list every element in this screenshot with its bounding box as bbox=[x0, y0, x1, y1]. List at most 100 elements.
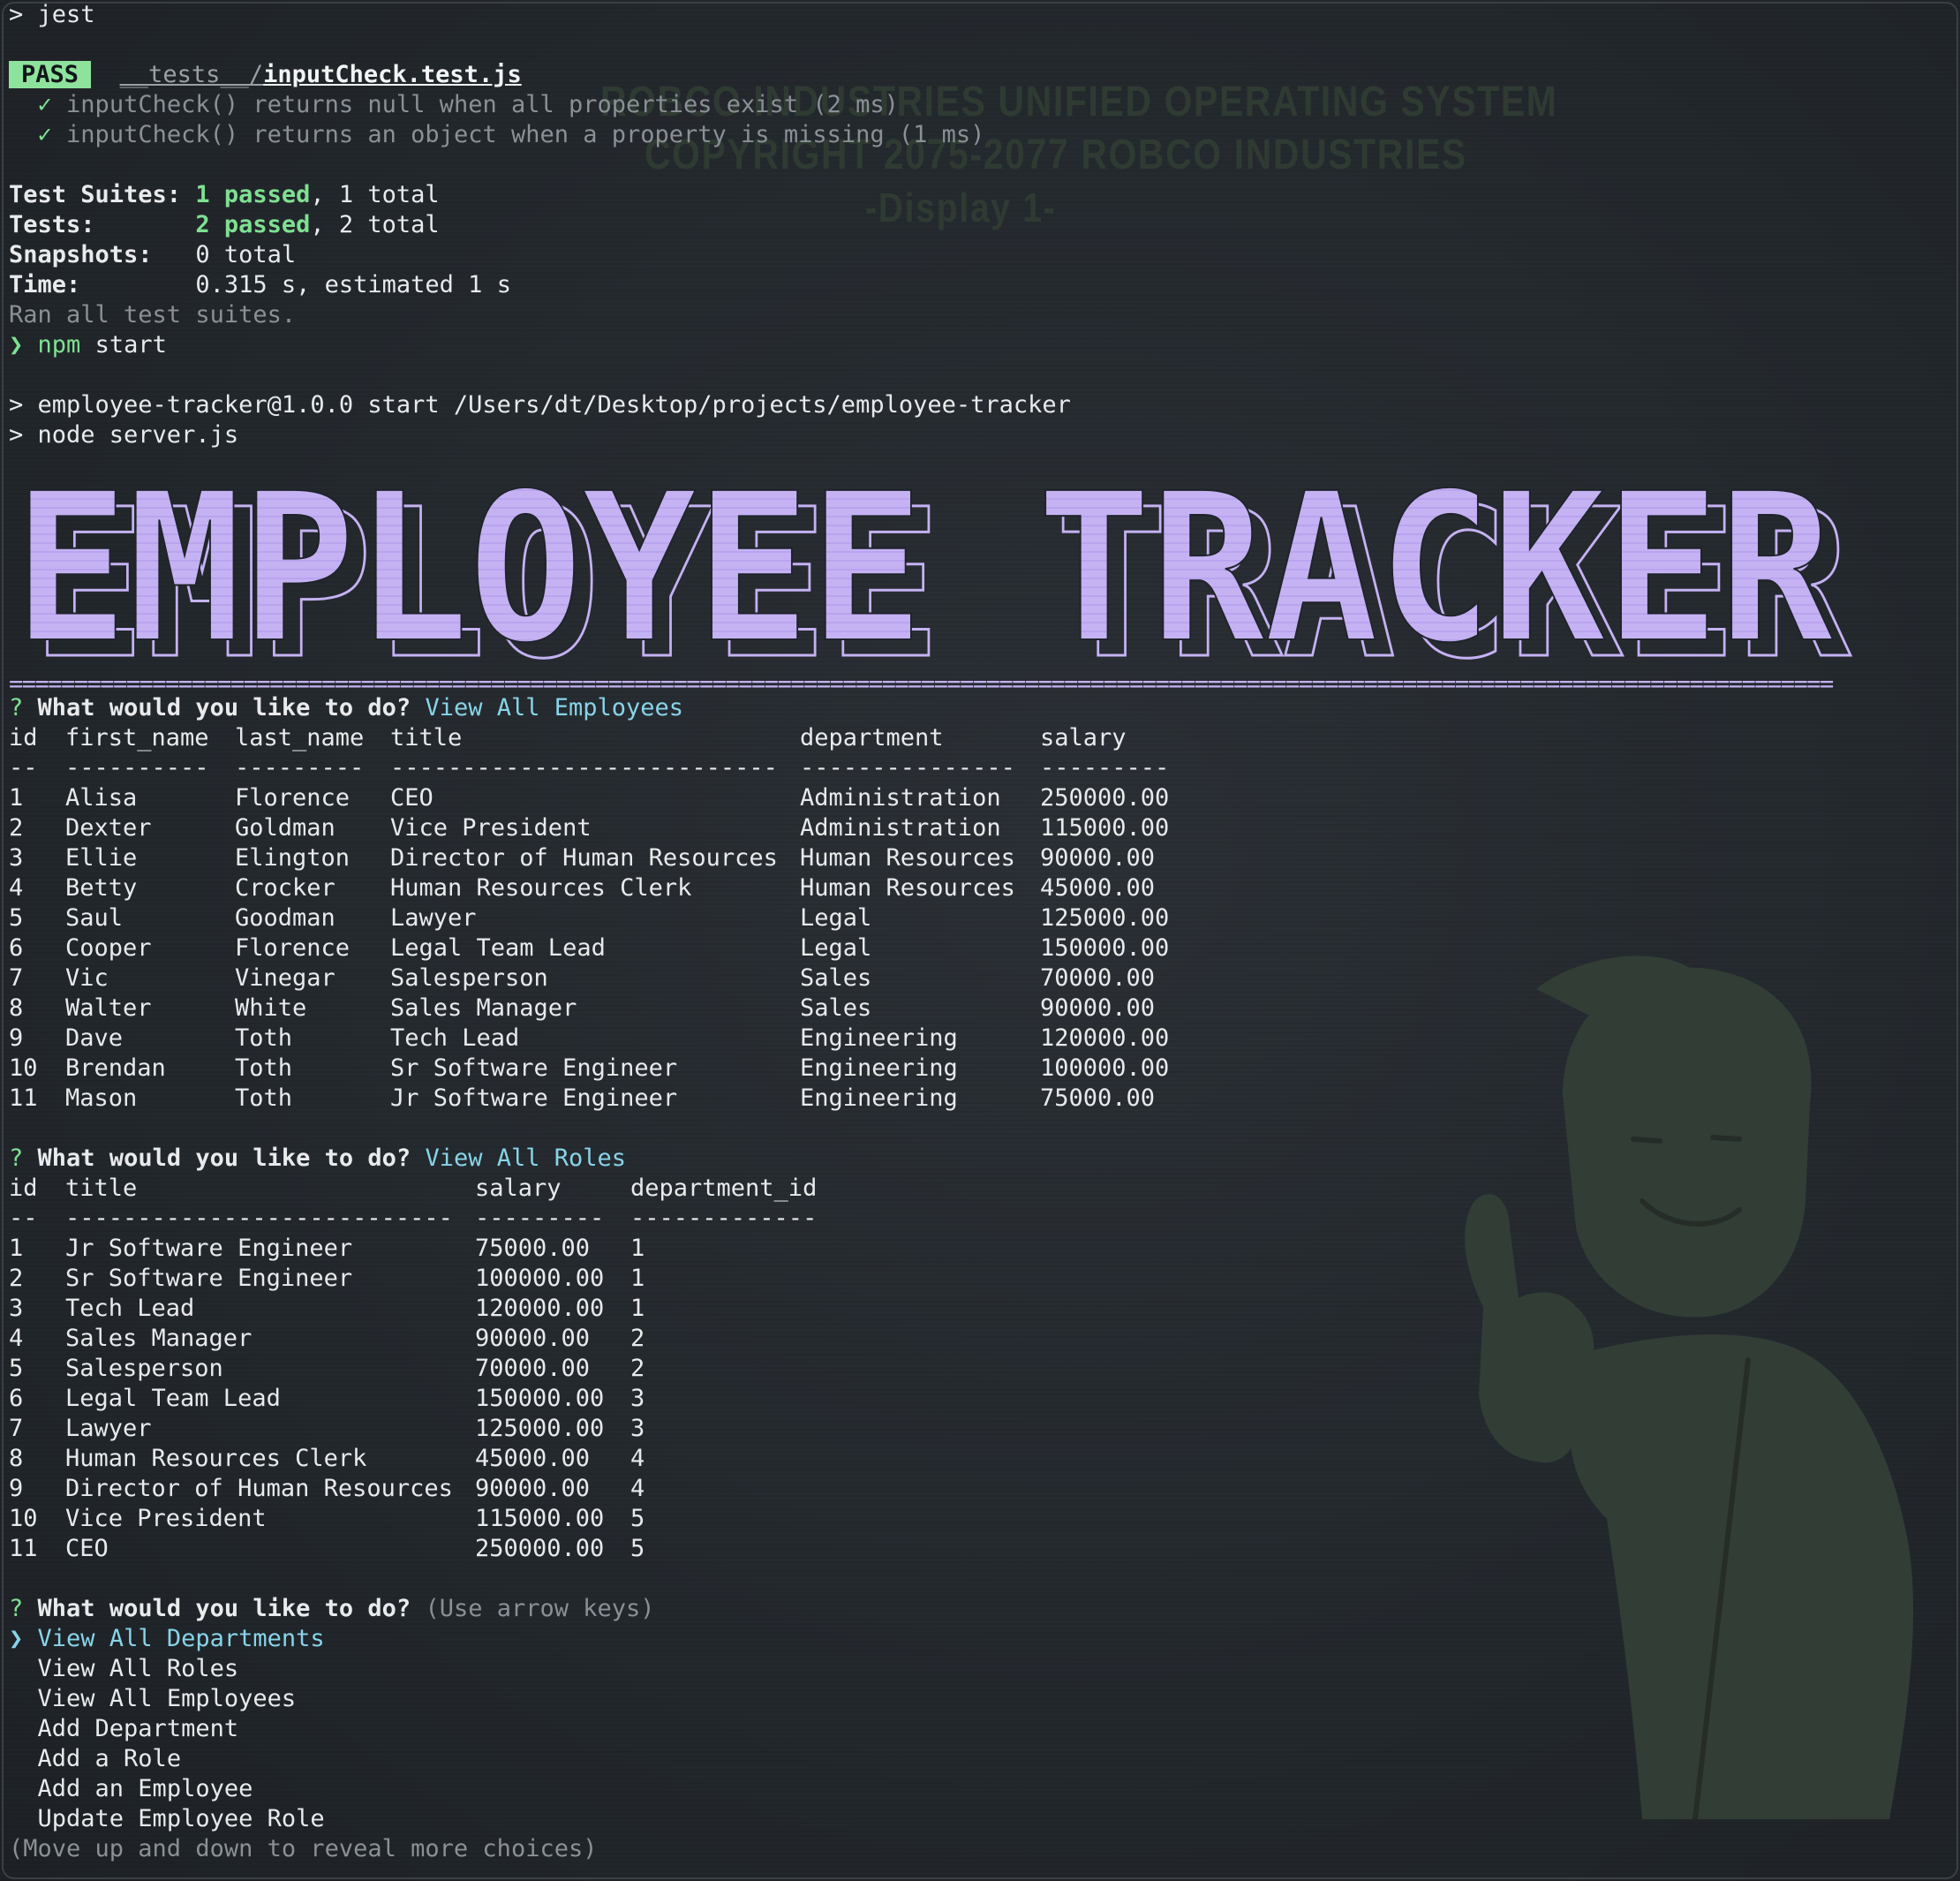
roles-row: 9 Director of Human Resources 90000.00 4 bbox=[9, 1474, 1951, 1504]
employees-cell: first_name bbox=[65, 724, 209, 752]
employees-cell: Engineering bbox=[800, 1024, 958, 1052]
summary-time: Time: 0.315 s, estimated 1 s bbox=[9, 271, 511, 298]
employees-cell: Vice President bbox=[390, 814, 592, 842]
menu-choice[interactable]: Update Employee Role bbox=[9, 1804, 1951, 1834]
employees-cell: 9 bbox=[9, 1024, 24, 1052]
employees-cell: Ellie bbox=[65, 844, 138, 872]
roles-cell: 125000.00 bbox=[475, 1415, 605, 1442]
roles-row: 3 Tech Lead 120000.00 1 bbox=[9, 1294, 1951, 1324]
roles-cell: --------------------------- bbox=[65, 1205, 453, 1232]
employees-cell: --------- bbox=[235, 754, 365, 782]
roles-cell: title bbox=[65, 1175, 138, 1202]
terminal-output: > jest PASS __tests__/inputCheck.test.js… bbox=[9, 0, 1951, 450]
employees-cell: 45000.00 bbox=[1040, 874, 1156, 902]
employees-cell: Administration bbox=[800, 814, 1001, 842]
menu-choice[interactable]: View All Roles bbox=[9, 1654, 1951, 1684]
employees-cell: 10 bbox=[9, 1054, 38, 1082]
pass-badge: PASS bbox=[9, 61, 92, 88]
menu-choice-label: Add a Role bbox=[37, 1745, 182, 1772]
roles-cell: 100000.00 bbox=[475, 1265, 605, 1292]
employees-cell: Toth bbox=[235, 1024, 293, 1052]
employees-cell: Florence bbox=[235, 784, 351, 812]
employees-cell: --------------------------- bbox=[390, 754, 778, 782]
employees-cell: 120000.00 bbox=[1040, 1024, 1170, 1052]
roles-cell: 1 bbox=[9, 1235, 24, 1262]
employees-cell: Toth bbox=[235, 1054, 293, 1082]
roles-cell: id bbox=[9, 1175, 38, 1202]
menu-choice-label: View All Roles bbox=[37, 1655, 239, 1682]
roles-cell: 90000.00 bbox=[475, 1475, 591, 1502]
employees-cell: 70000.00 bbox=[1040, 964, 1156, 992]
menu-choice-label: Add Department bbox=[37, 1715, 239, 1742]
menu-choice[interactable]: Add Department bbox=[9, 1714, 1951, 1744]
employees-cell: Elington bbox=[235, 844, 351, 872]
roles-cell: 250000.00 bbox=[475, 1535, 605, 1562]
roles-header-row: id title salary department_id bbox=[9, 1174, 1951, 1204]
inquirer-output: ? What would you like to do? View All Em… bbox=[9, 693, 1951, 1864]
roles-cell: Sr Software Engineer bbox=[65, 1265, 353, 1292]
employees-cell: Legal Team Lead bbox=[390, 934, 606, 962]
employees-cell: 7 bbox=[9, 964, 24, 992]
employees-row: 7 Vic Vinegar Salesperson Sales 70000.00 bbox=[9, 963, 1951, 993]
employees-cell: Human Resources bbox=[800, 844, 1015, 872]
employees-cell: 90000.00 bbox=[1040, 994, 1156, 1022]
roles-cell: 1 bbox=[630, 1295, 645, 1322]
employees-cell: CEO bbox=[390, 784, 433, 812]
summary-tests: Tests: 2 passed, 2 total bbox=[9, 211, 440, 238]
menu-choice-label: Add an Employee bbox=[37, 1775, 253, 1802]
menu-footer-hint: (Move up and down to reveal more choices… bbox=[9, 1835, 598, 1862]
employees-cell: Brendan bbox=[65, 1054, 166, 1082]
roles-cell: Salesperson bbox=[65, 1355, 223, 1382]
employees-cell: department bbox=[800, 724, 944, 752]
menu-choice[interactable]: ❯ View All Departments bbox=[9, 1624, 1951, 1654]
roles-cell: Tech Lead bbox=[65, 1295, 195, 1322]
npm-command-line: ❯ npm start bbox=[9, 331, 167, 359]
employees-cell: Betty bbox=[65, 874, 138, 902]
employees-cell: 8 bbox=[9, 994, 24, 1022]
employees-cell: Toth bbox=[235, 1084, 293, 1112]
menu-choice[interactable]: Add a Role bbox=[9, 1744, 1951, 1774]
roles-cell: CEO bbox=[65, 1535, 109, 1562]
roles-cell: 120000.00 bbox=[475, 1295, 605, 1322]
roles-cell: 45000.00 bbox=[475, 1445, 591, 1472]
roles-cell: 1 bbox=[630, 1265, 645, 1292]
employees-row: 3 Ellie Elington Director of Human Resource… bbox=[9, 843, 1951, 873]
employees-cell: Jr Software Engineer bbox=[390, 1084, 678, 1112]
employees-cell: Sr Software Engineer bbox=[390, 1054, 678, 1082]
roles-cell: ------------- bbox=[630, 1205, 818, 1232]
roles-cell: 7 bbox=[9, 1415, 24, 1442]
employees-cell: 1 bbox=[9, 784, 24, 812]
roles-cell: 3 bbox=[630, 1415, 645, 1442]
employees-cell: 250000.00 bbox=[1040, 784, 1170, 812]
menu-choice[interactable]: View All Employees bbox=[9, 1684, 1951, 1714]
roles-cell: Vice President bbox=[65, 1505, 267, 1532]
roles-cell: Lawyer bbox=[65, 1415, 152, 1442]
employee-tracker-banner: EMPLOYEE TRACKER EMPLOYEE TRACKER bbox=[13, 482, 1852, 664]
employees-cell: 150000.00 bbox=[1040, 934, 1170, 962]
node-server-line: > node server.js bbox=[9, 421, 239, 449]
employees-cell: --------------- bbox=[800, 754, 1015, 782]
employees-cell: 6 bbox=[9, 934, 24, 962]
roles-row: 1 Jr Software Engineer 75000.00 1 bbox=[9, 1234, 1951, 1264]
employees-row: 5 Saul Goodman Lawyer Legal 125000.00 bbox=[9, 903, 1951, 933]
test-case-1: ✓ inputCheck() returns null when all pro… bbox=[37, 91, 899, 118]
roles-cell: Human Resources Clerk bbox=[65, 1445, 367, 1472]
menu-choice[interactable]: Add an Employee bbox=[9, 1774, 1951, 1804]
roles-cell: 1 bbox=[630, 1235, 645, 1262]
roles-cell: salary bbox=[475, 1175, 562, 1202]
prompt-chevron-icon: ❯ bbox=[9, 331, 24, 359]
employees-cell: id bbox=[9, 724, 38, 752]
roles-cell: 70000.00 bbox=[475, 1355, 591, 1382]
roles-row: 11 CEO 250000.00 5 bbox=[9, 1534, 1951, 1564]
roles-cell: 9 bbox=[9, 1475, 24, 1502]
employees-divider-row: -- ---------- --------- -------------------… bbox=[9, 753, 1951, 783]
employees-cell: 90000.00 bbox=[1040, 844, 1156, 872]
employees-cell: Engineering bbox=[800, 1084, 958, 1112]
ran-all-text: Ran all test suites. bbox=[9, 301, 297, 329]
employees-cell: Goodman bbox=[235, 904, 335, 932]
employees-cell: Cooper bbox=[65, 934, 152, 962]
roles-row: 2 Sr Software Engineer 100000.00 1 bbox=[9, 1264, 1951, 1294]
roles-cell: 11 bbox=[9, 1535, 38, 1562]
roles-row: 5 Salesperson 70000.00 2 bbox=[9, 1354, 1951, 1384]
employees-cell: -- bbox=[9, 754, 38, 782]
